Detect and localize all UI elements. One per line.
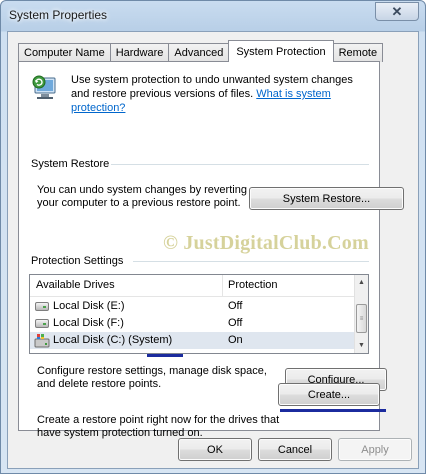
drives-scrollbar[interactable]: ▲ ≡ ▼ bbox=[354, 275, 368, 353]
system-disk-icon bbox=[34, 334, 50, 348]
cancel-button[interactable]: Cancel bbox=[258, 438, 332, 461]
tab-remote[interactable]: Remote bbox=[332, 43, 384, 62]
system-protection-panel: Use system protection to undo unwanted s… bbox=[18, 61, 404, 439]
protection-settings-divider bbox=[133, 261, 369, 262]
drive-name: Local Disk (F:) bbox=[53, 317, 124, 329]
system-restore-description: You can undo system changes by reverting… bbox=[37, 184, 247, 209]
scroll-down-arrow-icon[interactable]: ▼ bbox=[355, 339, 368, 352]
system-restore-divider bbox=[111, 164, 369, 165]
available-drives-list[interactable]: Available Drives Protection Local Disk (… bbox=[29, 274, 369, 354]
drive-protection: On bbox=[228, 334, 243, 346]
dialog-client-area: Computer Name Hardware Advanced System P… bbox=[7, 31, 419, 469]
disk-icon bbox=[35, 302, 49, 311]
annotation-underline-create bbox=[280, 409, 386, 412]
system-restore-group-label: System Restore bbox=[31, 158, 110, 170]
close-icon: ✕ bbox=[391, 4, 403, 19]
disk-icon bbox=[35, 319, 49, 328]
drives-list-header: Available Drives Protection bbox=[30, 275, 356, 297]
column-separator bbox=[222, 275, 223, 297]
window-title: System Properties bbox=[9, 8, 108, 22]
drive-protection: Off bbox=[228, 317, 243, 329]
create-button[interactable]: Create... bbox=[278, 383, 380, 406]
create-description: Create a restore point right now for the… bbox=[37, 414, 280, 439]
drive-protection: Off bbox=[228, 300, 243, 312]
scroll-up-arrow-icon[interactable]: ▲ bbox=[355, 276, 368, 289]
drive-name: Local Disk (C:) (System) bbox=[53, 334, 173, 346]
scrollbar-thumb[interactable]: ≡ bbox=[356, 304, 367, 333]
annotation-underline-system bbox=[147, 354, 183, 357]
close-button[interactable]: ✕ bbox=[375, 2, 419, 21]
watermark: © JustDigitalClub.Com bbox=[163, 232, 369, 254]
protection-settings-group-label: Protection Settings bbox=[31, 255, 124, 267]
tab-advanced[interactable]: Advanced bbox=[168, 43, 230, 62]
ok-button[interactable]: OK bbox=[178, 438, 252, 461]
tab-strip: Computer Name Hardware Advanced System P… bbox=[18, 40, 384, 62]
configure-description: Configure restore settings, manage disk … bbox=[37, 365, 267, 390]
column-header-available-drives[interactable]: Available Drives bbox=[36, 279, 115, 291]
apply-button[interactable]: Apply bbox=[338, 438, 412, 461]
intro-description: Use system protection to undo unwanted s… bbox=[71, 73, 371, 115]
drive-name: Local Disk (E:) bbox=[53, 300, 125, 312]
tab-hardware[interactable]: Hardware bbox=[109, 43, 170, 62]
drive-row-c-system[interactable]: Local Disk (C:) (System) On bbox=[30, 332, 356, 349]
tab-computer-name[interactable]: Computer Name bbox=[18, 43, 111, 62]
drive-row-e[interactable]: Local Disk (E:) Off bbox=[30, 298, 356, 315]
system-restore-button[interactable]: System Restore... bbox=[249, 187, 404, 210]
tab-system-protection[interactable]: System Protection bbox=[228, 40, 334, 62]
drive-row-f[interactable]: Local Disk (F:) Off bbox=[30, 315, 356, 332]
column-header-protection[interactable]: Protection bbox=[228, 279, 278, 291]
system-properties-window: System Properties ✕ Computer Name Hardwa… bbox=[0, 0, 426, 474]
title-bar[interactable]: System Properties ✕ bbox=[1, 1, 425, 31]
system-protection-icon bbox=[32, 75, 56, 99]
